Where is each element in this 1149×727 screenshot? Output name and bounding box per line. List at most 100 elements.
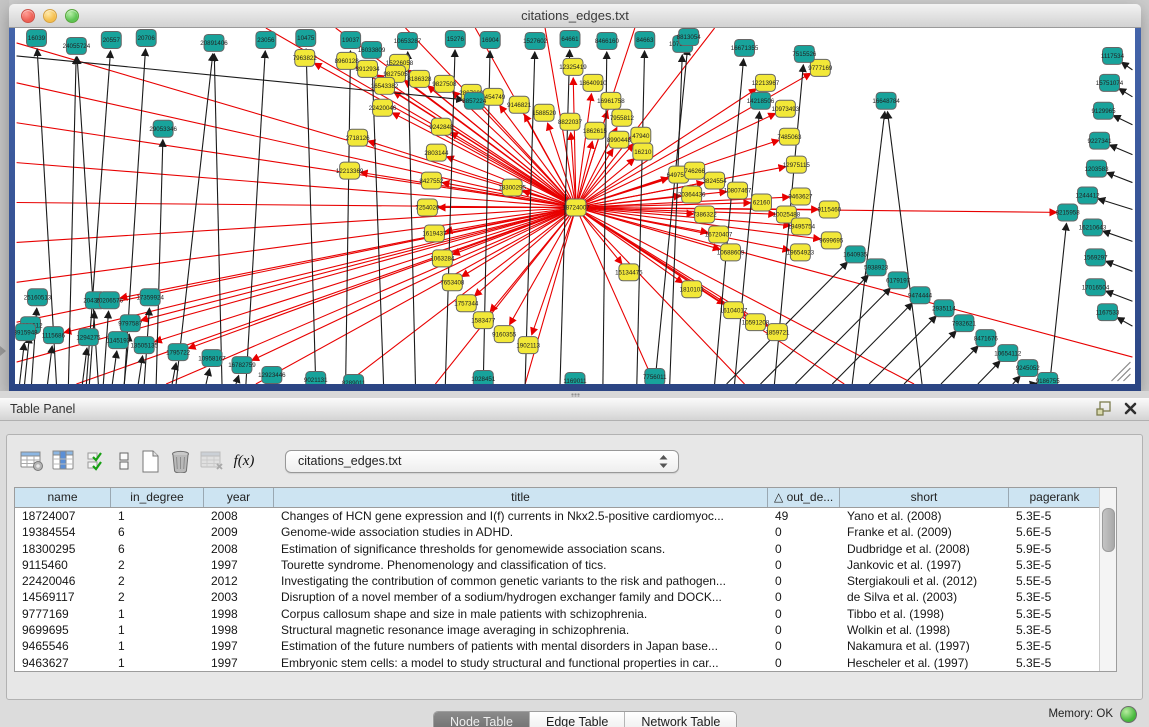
table-cell[interactable]: Corpus callosum shape and size in male p…	[274, 606, 768, 622]
table-cell[interactable]: 1	[111, 622, 204, 638]
table-cell[interactable]: 1	[111, 638, 204, 654]
table-cell[interactable]: 5.3E-5	[1009, 655, 1101, 671]
citation-edge-black[interactable]	[206, 369, 210, 384]
graph-node[interactable]: 20557	[101, 31, 121, 48]
table-cell[interactable]: Stergiakouli et al. (2012)	[840, 573, 1009, 589]
citation-edge-black[interactable]	[112, 351, 117, 384]
graph-node[interactable]: 16210	[633, 143, 653, 160]
citation-edge-black[interactable]	[246, 51, 265, 384]
citation-edge-black[interactable]	[1119, 89, 1133, 97]
citation-edge-black[interactable]	[1050, 223, 1067, 384]
citation-edge-red[interactable]	[576, 28, 715, 207]
graph-node[interactable]: 1569297	[1084, 249, 1109, 266]
graph-node[interactable]: 1203583	[1085, 160, 1110, 177]
table-row[interactable]: 2242004622012Investigating the contribut…	[15, 573, 1101, 589]
table-cell[interactable]: Structural magnetic resonance image aver…	[274, 622, 768, 638]
graph-node[interactable]: 9245052	[1016, 360, 1041, 377]
vertical-scrollbar[interactable]	[1099, 488, 1116, 671]
graph-node[interactable]: 7515526	[792, 45, 817, 62]
graph-node[interactable]: 12923446	[258, 367, 286, 384]
table-cell[interactable]: 0	[768, 606, 840, 622]
citation-edge-black[interactable]	[1113, 116, 1132, 125]
graph-node[interactable]: 8912934	[356, 60, 381, 77]
table-cell[interactable]: 2012	[204, 573, 274, 589]
graph-node[interactable]: 16782759	[228, 357, 256, 374]
table-row[interactable]: 1938455462009Genome-wide association stu…	[15, 524, 1101, 540]
table-cell[interactable]: 5.3E-5	[1009, 606, 1101, 622]
graph-node[interactable]: 20706	[136, 29, 156, 46]
graph-node[interactable]: 8466160	[595, 32, 620, 49]
citation-edge-red[interactable]	[576, 174, 684, 208]
graph-node[interactable]: 16039	[27, 29, 47, 46]
graph-node[interactable]: 7756011	[643, 369, 667, 384]
graph-node[interactable]: 5938923	[864, 259, 889, 276]
graph-node[interactable]: 1169011	[563, 373, 587, 384]
graph-node[interactable]: 9699695	[819, 232, 844, 249]
table-cell[interactable]: 5.9E-5	[1009, 541, 1101, 557]
table-cell[interactable]: 0	[768, 622, 840, 638]
table-cell[interactable]: 18724007	[15, 508, 111, 524]
table-cell[interactable]: 5.3E-5	[1009, 589, 1101, 605]
network-window-titlebar[interactable]: citations_edges.txt	[9, 4, 1141, 28]
graph-node[interactable]: 1145193	[106, 332, 130, 349]
table-cell[interactable]: Tibbo et al. (1998)	[840, 606, 1009, 622]
table-cell[interactable]: 22420046	[15, 573, 111, 589]
citation-edge-red[interactable]	[64, 207, 576, 332]
table-cell[interactable]: 5.5E-5	[1009, 573, 1101, 589]
zoom-window-button[interactable]	[65, 9, 79, 23]
table-row[interactable]: 946362711997Embryonic stem cells: a mode…	[15, 655, 1101, 671]
graph-node[interactable]: 19037	[341, 31, 361, 48]
graph-node[interactable]: 1244412	[1076, 187, 1101, 204]
close-window-button[interactable]	[21, 9, 35, 23]
graph-node[interactable]: 1588520	[532, 104, 557, 121]
table-cell[interactable]: 1	[111, 655, 204, 671]
citation-edge-black[interactable]	[1121, 62, 1132, 70]
column-header-short[interactable]: short	[840, 488, 1009, 507]
table-cell[interactable]: Dudbridge et al. (2008)	[840, 541, 1009, 557]
graph-node[interactable]: 8857224	[462, 92, 487, 109]
citation-edge-black[interactable]	[888, 112, 923, 384]
graph-node[interactable]: 9227341	[1088, 132, 1113, 149]
graph-node[interactable]: 1757344	[454, 295, 479, 312]
citation-edge-black[interactable]	[1103, 231, 1133, 241]
row-height-icon[interactable]	[111, 450, 136, 472]
graph-node[interactable]: 1115686	[42, 327, 66, 344]
graph-node[interactable]: 64661	[560, 30, 580, 47]
graph-node[interactable]: 3915948	[15, 324, 38, 341]
table-cell[interactable]: 0	[768, 589, 840, 605]
graph-node[interactable]: 47940	[631, 127, 651, 144]
graph-node[interactable]: 12325419	[559, 58, 587, 75]
table-cell[interactable]: 5.3E-5	[1009, 557, 1101, 573]
table-cell[interactable]: 9777169	[15, 606, 111, 622]
column-header-title[interactable]: title	[274, 488, 768, 507]
citation-edge-red[interactable]	[576, 207, 914, 384]
graph-node[interactable]: 7653408	[440, 274, 465, 291]
table-cell[interactable]: de Silva et al. (2003)	[840, 589, 1009, 605]
table-cell[interactable]: 2008	[204, 508, 274, 524]
graph-node[interactable]: 2718126	[346, 129, 371, 146]
column-header-name[interactable]: name	[15, 488, 111, 507]
graph-node[interactable]: 7932621	[952, 315, 977, 332]
citation-edge-black[interactable]	[346, 51, 351, 384]
citation-network-graph[interactable]: 1872400718300295123254191864091016961758…	[15, 28, 1135, 384]
graph-node[interactable]: 1902113	[516, 337, 540, 354]
table-row[interactable]: 969969511998Structural magnetic resonanc…	[15, 622, 1101, 638]
graph-node[interactable]: 10654112	[994, 345, 1022, 362]
minimize-window-button[interactable]	[43, 9, 57, 23]
panel-divider[interactable]	[0, 391, 1149, 398]
create-table-icon[interactable]	[136, 450, 165, 473]
graph-node[interactable]: 29053346	[149, 120, 177, 137]
graph-node[interactable]: 16648784	[872, 92, 900, 109]
graph-node[interactable]: 9463627	[788, 188, 813, 205]
graph-node[interactable]: 10591208	[742, 314, 770, 331]
graph-node[interactable]: 19654923	[787, 244, 815, 261]
graph-node[interactable]: 9146821	[507, 96, 532, 113]
graph-node[interactable]: 16543382	[371, 77, 399, 94]
graph-node[interactable]: 9186755	[1036, 373, 1061, 384]
column-header-pagerank[interactable]: pagerank	[1009, 488, 1101, 507]
table-settings-icon[interactable]	[17, 450, 47, 472]
citation-edge-black[interactable]	[1117, 318, 1132, 327]
graph-node[interactable]: 2803144	[424, 144, 449, 161]
graph-node[interactable]: 8289011	[342, 375, 366, 384]
table-cell[interactable]: 2003	[204, 589, 274, 605]
